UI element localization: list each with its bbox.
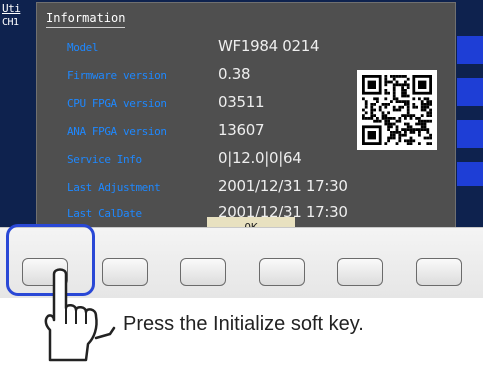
row-value: 0.38 bbox=[218, 65, 251, 83]
row-value: 2001/12/31 17:30 bbox=[218, 177, 348, 195]
channel-label: CH1 bbox=[2, 17, 19, 28]
information-dialog: Information Model WF1984 0214 Firmware v… bbox=[36, 2, 456, 238]
side-bar bbox=[457, 162, 483, 186]
dialog-title: Information bbox=[46, 11, 126, 28]
row-label: Last Adjustment bbox=[67, 181, 161, 194]
soft-key-4[interactable] bbox=[259, 258, 305, 286]
row-label: CPU FPGA version bbox=[67, 97, 167, 110]
soft-key-3[interactable] bbox=[180, 258, 226, 286]
soft-key-6[interactable] bbox=[416, 258, 462, 286]
utility-tab[interactable]: Uti bbox=[2, 2, 21, 15]
row-label: ANA FPGA version bbox=[67, 125, 167, 138]
row-label: Service Info bbox=[67, 153, 142, 166]
info-row-service-info: Service Info 0|12.0|0|64 bbox=[67, 149, 367, 171]
row-label: Model bbox=[67, 41, 99, 54]
row-value: 03511 bbox=[218, 93, 265, 111]
info-row-ana-fpga: ANA FPGA version 13607 bbox=[67, 121, 367, 143]
soft-key-5[interactable] bbox=[337, 258, 383, 286]
side-bar bbox=[457, 36, 483, 64]
row-label: Last CalDate bbox=[67, 207, 142, 220]
qr-code-icon bbox=[357, 70, 437, 150]
row-value: WF1984 0214 bbox=[218, 37, 320, 55]
row-value: 0|12.0|0|64 bbox=[218, 149, 302, 167]
row-value: 13607 bbox=[218, 121, 265, 139]
info-row-last-adjustment: Last Adjustment 2001/12/31 17:30 bbox=[67, 177, 367, 199]
info-row-cpu-fpga: CPU FPGA version 03511 bbox=[67, 93, 367, 115]
info-row-model: Model WF1984 0214 bbox=[67, 37, 367, 59]
instrument-screen: Uti CH1 Information Model WF1984 0214 Fi… bbox=[0, 0, 483, 240]
side-bar bbox=[457, 78, 483, 106]
softkey-panel-right bbox=[457, 36, 483, 236]
info-row-firmware: Firmware version 0.38 bbox=[67, 65, 367, 87]
side-bar bbox=[457, 120, 483, 148]
pointing-hand-icon bbox=[44, 268, 116, 362]
row-label: Firmware version bbox=[67, 69, 167, 82]
instruction-caption: Press the Initialize soft key. bbox=[123, 313, 364, 335]
